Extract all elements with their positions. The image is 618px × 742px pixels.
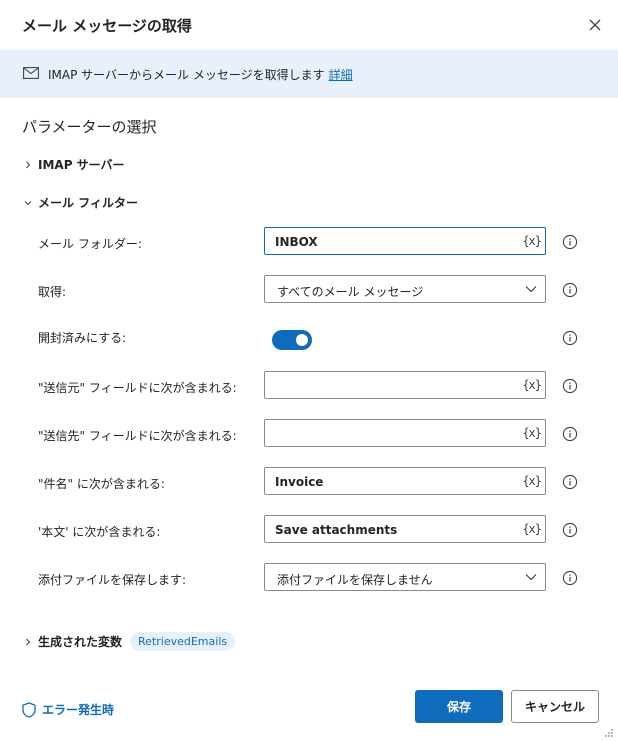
toggle-knob — [296, 334, 308, 346]
chevron-down-icon — [22, 197, 34, 209]
attachments-label: 添付ファイルを保存します: — [38, 573, 187, 587]
variable-picker-icon[interactable]: {x} — [522, 522, 542, 536]
group-mail-filter[interactable]: メール フィルター — [22, 194, 138, 211]
chevron-down-icon — [525, 286, 537, 293]
info-circle-icon[interactable] — [562, 474, 578, 490]
to-label: "送信先" フィールドに次が含まれる: — [38, 429, 237, 443]
chevron-right-icon — [22, 159, 34, 171]
variable-picker-icon[interactable]: {x} — [522, 234, 542, 248]
mark-read-toggle[interactable] — [272, 330, 312, 350]
info-circle-icon[interactable] — [562, 282, 578, 298]
info-circle-icon[interactable] — [562, 330, 578, 346]
produced-variables-group[interactable]: 生成された変数 RetrievedEmails — [22, 632, 236, 651]
produced-variables-label: 生成された変数 — [38, 635, 123, 649]
variable-picker-icon[interactable]: {x} — [522, 474, 542, 488]
mail-icon — [23, 67, 39, 79]
info-description: IMAP サーバーからメール メッセージを取得します — [48, 68, 325, 82]
close-button[interactable] — [584, 14, 606, 36]
subject-value: Invoice — [275, 475, 324, 489]
body-label: '本文' に次が含まれる: — [38, 525, 161, 539]
resize-grip-icon[interactable] — [604, 728, 614, 738]
variable-pill-retrieved-emails[interactable]: RetrievedEmails — [130, 632, 236, 651]
body-input[interactable]: Save attachments {x} — [264, 515, 546, 543]
details-link[interactable]: 詳細 — [329, 68, 353, 82]
shield-icon — [22, 701, 36, 718]
section-title: パラメーターの選択 — [22, 118, 157, 136]
chevron-right-icon — [22, 636, 34, 648]
group-filter-label: メール フィルター — [38, 196, 138, 210]
variable-picker-icon[interactable]: {x} — [522, 378, 542, 392]
info-text: IMAP サーバーからメール メッセージを取得します 詳細 — [48, 66, 353, 83]
retrieve-value: すべてのメール メッセージ — [277, 285, 424, 299]
on-error-button[interactable]: エラー発生時 — [22, 701, 114, 718]
chevron-down-icon — [525, 574, 537, 581]
cancel-button[interactable]: キャンセル — [511, 690, 599, 723]
retrieve-dropdown[interactable]: すべてのメール メッセージ — [264, 275, 546, 303]
attachments-value: 添付ファイルを保存しません — [277, 573, 433, 587]
to-input[interactable]: {x} — [264, 419, 546, 447]
from-label: "送信元" フィールドに次が含まれる: — [38, 381, 237, 395]
dialog-title: メール メッセージの取得 — [22, 17, 192, 35]
info-circle-icon[interactable] — [562, 234, 578, 250]
info-circle-icon[interactable] — [562, 522, 578, 538]
subject-input[interactable]: Invoice {x} — [264, 467, 546, 495]
mail-folder-value: INBOX — [275, 235, 318, 249]
close-icon — [589, 19, 601, 31]
dialog-header: メール メッセージの取得 — [0, 0, 618, 50]
mail-folder-label: メール フォルダー: — [38, 237, 142, 251]
info-circle-icon[interactable] — [562, 426, 578, 442]
attachments-dropdown[interactable]: 添付ファイルを保存しません — [264, 563, 546, 591]
subject-label: "件名" に次が含まれる: — [38, 477, 165, 491]
info-circle-icon[interactable] — [562, 570, 578, 586]
dialog-footer: エラー発生時 保存 キャンセル — [0, 690, 618, 742]
mark-read-label: 開封済みにする: — [38, 331, 127, 345]
variable-picker-icon[interactable]: {x} — [522, 426, 542, 440]
mail-folder-input[interactable]: INBOX {x} — [264, 227, 546, 255]
on-error-label: エラー発生時 — [42, 703, 115, 717]
info-banner: IMAP サーバーからメール メッセージを取得します 詳細 — [0, 50, 618, 98]
retrieve-label: 取得: — [38, 285, 67, 299]
group-imap-label: IMAP サーバー — [38, 158, 125, 172]
save-button[interactable]: 保存 — [415, 690, 503, 723]
info-circle-icon[interactable] — [562, 378, 578, 394]
body-value: Save attachments — [275, 523, 398, 537]
group-imap-server[interactable]: IMAP サーバー — [22, 156, 125, 173]
from-input[interactable]: {x} — [264, 371, 546, 399]
